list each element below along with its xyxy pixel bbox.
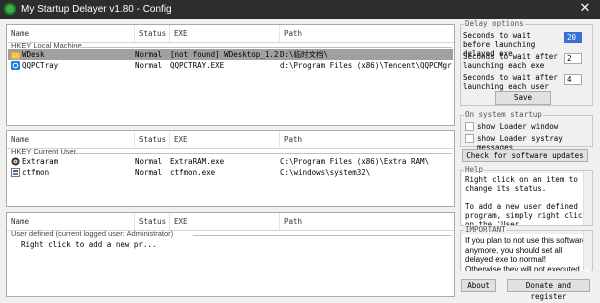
title-bar[interactable]: My Startup Delayer v1.80 - Config ✕: [0, 0, 600, 19]
column-path[interactable]: Path: [279, 25, 454, 42]
current-user-list[interactable]: Name Status EXE Path HKEY Current User E…: [6, 130, 455, 207]
config-window: My Startup Delayer v1.80 - Config ✕ Name…: [0, 0, 600, 303]
list-hint: Right click to add a new pr...: [21, 240, 157, 249]
app-icon: [4, 3, 16, 15]
system-startup-group: On system startup show Loader window sho…: [460, 110, 593, 152]
qq-icon: [11, 61, 20, 70]
column-status[interactable]: Status: [134, 131, 173, 148]
window-title: My Startup Delayer v1.80 - Config: [21, 4, 172, 15]
help-group: Help Right click on an item to change it…: [460, 165, 593, 226]
column-exe[interactable]: EXE: [169, 213, 282, 230]
group-divider: [77, 47, 452, 48]
group-divider: [75, 153, 452, 154]
column-exe[interactable]: EXE: [169, 25, 282, 42]
close-button[interactable]: ✕: [570, 0, 600, 19]
table-row[interactable]: WDesk Normal [not found] WDesktop_1.2.ex…: [8, 49, 453, 60]
group-label: HKEY Current User: [11, 147, 77, 156]
wait-after-each-label: Seconds to wait after launching each exe: [463, 52, 558, 70]
important-group: IMPORTANT If you plan to not use this so…: [460, 225, 593, 271]
local-machine-list[interactable]: Name Status EXE Path HKEY Local Machine …: [6, 24, 455, 126]
wait-before-input[interactable]: 20: [564, 32, 582, 43]
column-path[interactable]: Path: [279, 213, 454, 230]
help-text: Right click on an item to change its sta…: [462, 173, 591, 225]
column-path[interactable]: Path: [279, 131, 454, 148]
column-exe[interactable]: EXE: [169, 131, 282, 148]
donate-register-button[interactable]: Donate and register: [507, 279, 590, 301]
table-row[interactable]: ctfmon Normal ctfmon.exe C:\windows\syst…: [8, 167, 453, 178]
system-startup-caption: On system startup: [464, 110, 543, 120]
group-label: User defined (current logged user: Admin…: [11, 229, 174, 238]
about-button[interactable]: About: [461, 279, 496, 292]
important-scrollbar[interactable]: [583, 231, 592, 270]
save-button[interactable]: Save: [495, 91, 551, 105]
important-text: If you plan to not use this software any…: [462, 234, 591, 271]
column-status[interactable]: Status: [134, 213, 173, 230]
delay-options-caption: Delay options: [464, 19, 525, 29]
table-row[interactable]: Extraram Normal ExtraRAM.exe C:\Program …: [8, 156, 453, 167]
column-name[interactable]: Name: [7, 213, 136, 230]
wait-after-user-label: Seconds to wait after launching each use…: [463, 73, 558, 91]
ctfmon-icon: [11, 168, 20, 177]
folder-icon: [11, 51, 20, 59]
delay-options-group: Delay options Seconds to wait before lau…: [460, 19, 593, 106]
extraram-icon: [11, 157, 20, 166]
column-status[interactable]: Status: [134, 25, 173, 42]
column-name[interactable]: Name: [7, 131, 136, 148]
check-updates-button[interactable]: Check for software updates: [462, 149, 588, 162]
column-name[interactable]: Name: [7, 25, 136, 42]
show-loader-window-checkbox[interactable]: [465, 122, 474, 131]
show-loader-window-label[interactable]: show Loader window: [477, 122, 558, 131]
wait-after-user-input[interactable]: 4: [564, 74, 582, 85]
user-defined-list[interactable]: Name Status EXE Path User defined (curre…: [6, 212, 455, 297]
wait-after-each-input[interactable]: 2: [564, 53, 582, 64]
help-scrollbar[interactable]: [583, 171, 592, 225]
show-loader-systray-checkbox[interactable]: [465, 134, 474, 143]
table-row[interactable]: QQPCTray Normal QQPCTRAY.EXE d:\Program …: [8, 60, 453, 71]
group-divider: [193, 235, 452, 236]
